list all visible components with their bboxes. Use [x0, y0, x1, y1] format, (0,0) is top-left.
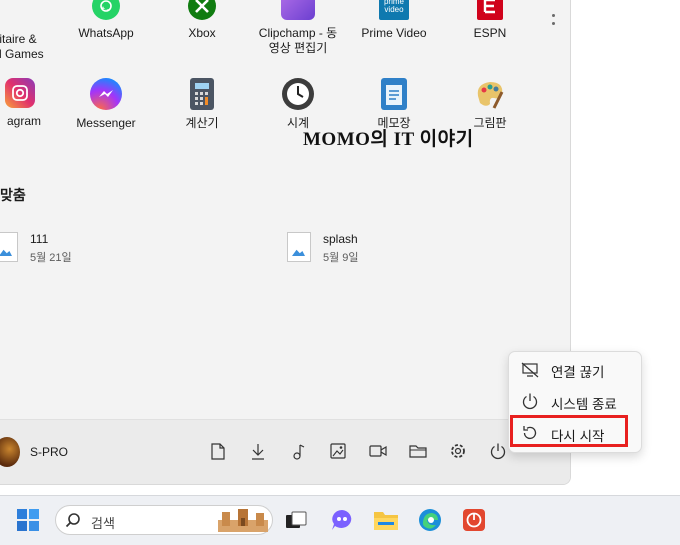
music-icon[interactable] — [288, 440, 308, 462]
taskbar-search-box[interactable]: 검색 — [55, 505, 273, 535]
settings-icon[interactable] — [448, 440, 468, 462]
download-icon[interactable] — [248, 440, 268, 462]
app-label: Clipchamp - 동 영상 편집기 — [258, 26, 338, 55]
app-calculator[interactable]: 계산기 — [154, 78, 250, 131]
avatar — [0, 437, 20, 467]
power-icon[interactable] — [488, 440, 508, 462]
image-file-icon — [287, 232, 311, 262]
menu-item-shutdown[interactable]: 시스템 종료 — [521, 392, 617, 413]
video-icon[interactable] — [368, 440, 388, 462]
app-espn[interactable]: ESPN — [442, 0, 538, 41]
image-file-icon — [0, 232, 18, 262]
solitaire-icon — [2, 0, 34, 22]
search-placeholder: 검색 — [91, 516, 115, 531]
pictures-icon[interactable] — [328, 440, 348, 462]
folder-icon[interactable] — [408, 440, 428, 462]
search-icon — [65, 512, 81, 533]
power-icon — [521, 392, 539, 413]
app-label: ESPN — [473, 26, 507, 40]
prime-video-icon: prime video — [379, 0, 409, 20]
restart-highlight-box — [510, 415, 628, 447]
messenger-icon — [90, 78, 122, 110]
whatsapp-icon — [92, 0, 120, 20]
app-messenger[interactable]: Messenger — [58, 78, 154, 131]
start-menu-panel: itaire & al Games WhatsApp Xbox Clipcham… — [0, 0, 571, 485]
app-label: 계산기 — [185, 116, 219, 130]
recommended-item-name: splash — [323, 232, 358, 246]
clipchamp-icon — [281, 0, 315, 20]
recommended-item-name: 111 — [30, 232, 49, 246]
start-icon[interactable] — [14, 506, 42, 534]
xbox-icon — [188, 0, 216, 20]
app-whatsapp[interactable]: WhatsApp — [58, 0, 154, 41]
app-label: Xbox — [188, 26, 216, 40]
notepad-icon — [381, 78, 407, 110]
app-prime-video[interactable]: prime video Prime Video — [346, 0, 442, 41]
app-label: Prime Video — [361, 26, 427, 40]
paint-icon — [474, 78, 506, 110]
app-label: Messenger — [76, 116, 136, 130]
watermark-text: MOMO의 IT 이야기 — [303, 129, 474, 150]
edge-icon[interactable] — [416, 506, 444, 534]
recommended-item[interactable]: 111 5월 21일 — [0, 232, 72, 265]
menu-item-label: 연결 끊기 — [551, 365, 605, 380]
recommended-section-title: 맞춤 — [0, 187, 26, 203]
calculator-icon — [190, 78, 214, 110]
search-highlight-illustration — [218, 508, 268, 532]
document-icon[interactable] — [208, 440, 228, 462]
app-clipchamp[interactable]: Clipchamp - 동 영상 편집기 — [250, 0, 346, 56]
recommended-item-date: 5월 21일 — [30, 252, 72, 264]
recommended-item-date: 5월 9일 — [323, 252, 359, 264]
more-pages-indicator[interactable] — [552, 14, 556, 30]
instagram-icon — [5, 78, 35, 108]
user-name: S-PRO — [30, 445, 69, 459]
app-label: WhatsApp — [78, 26, 134, 40]
espn-icon — [477, 0, 503, 20]
user-account-button[interactable]: S-PRO — [0, 437, 68, 467]
app-label: itaire & al Games — [0, 32, 44, 61]
app-xbox[interactable]: Xbox — [154, 0, 250, 41]
recommended-item[interactable]: splash 5월 9일 — [287, 232, 359, 265]
file-explorer-icon[interactable] — [372, 506, 400, 534]
disconnect-icon — [521, 362, 539, 381]
teams-chat-icon[interactable] — [328, 506, 356, 534]
menu-item-disconnect[interactable]: 연결 끊기 — [521, 361, 604, 381]
app-solitaire[interactable]: itaire & al Games — [0, 0, 66, 62]
menu-item-label: 시스템 종료 — [551, 396, 617, 412]
clock-icon — [282, 78, 314, 110]
app-icon[interactable] — [460, 506, 488, 534]
start-menu-footer — [0, 419, 570, 484]
task-view-icon[interactable] — [282, 506, 310, 534]
